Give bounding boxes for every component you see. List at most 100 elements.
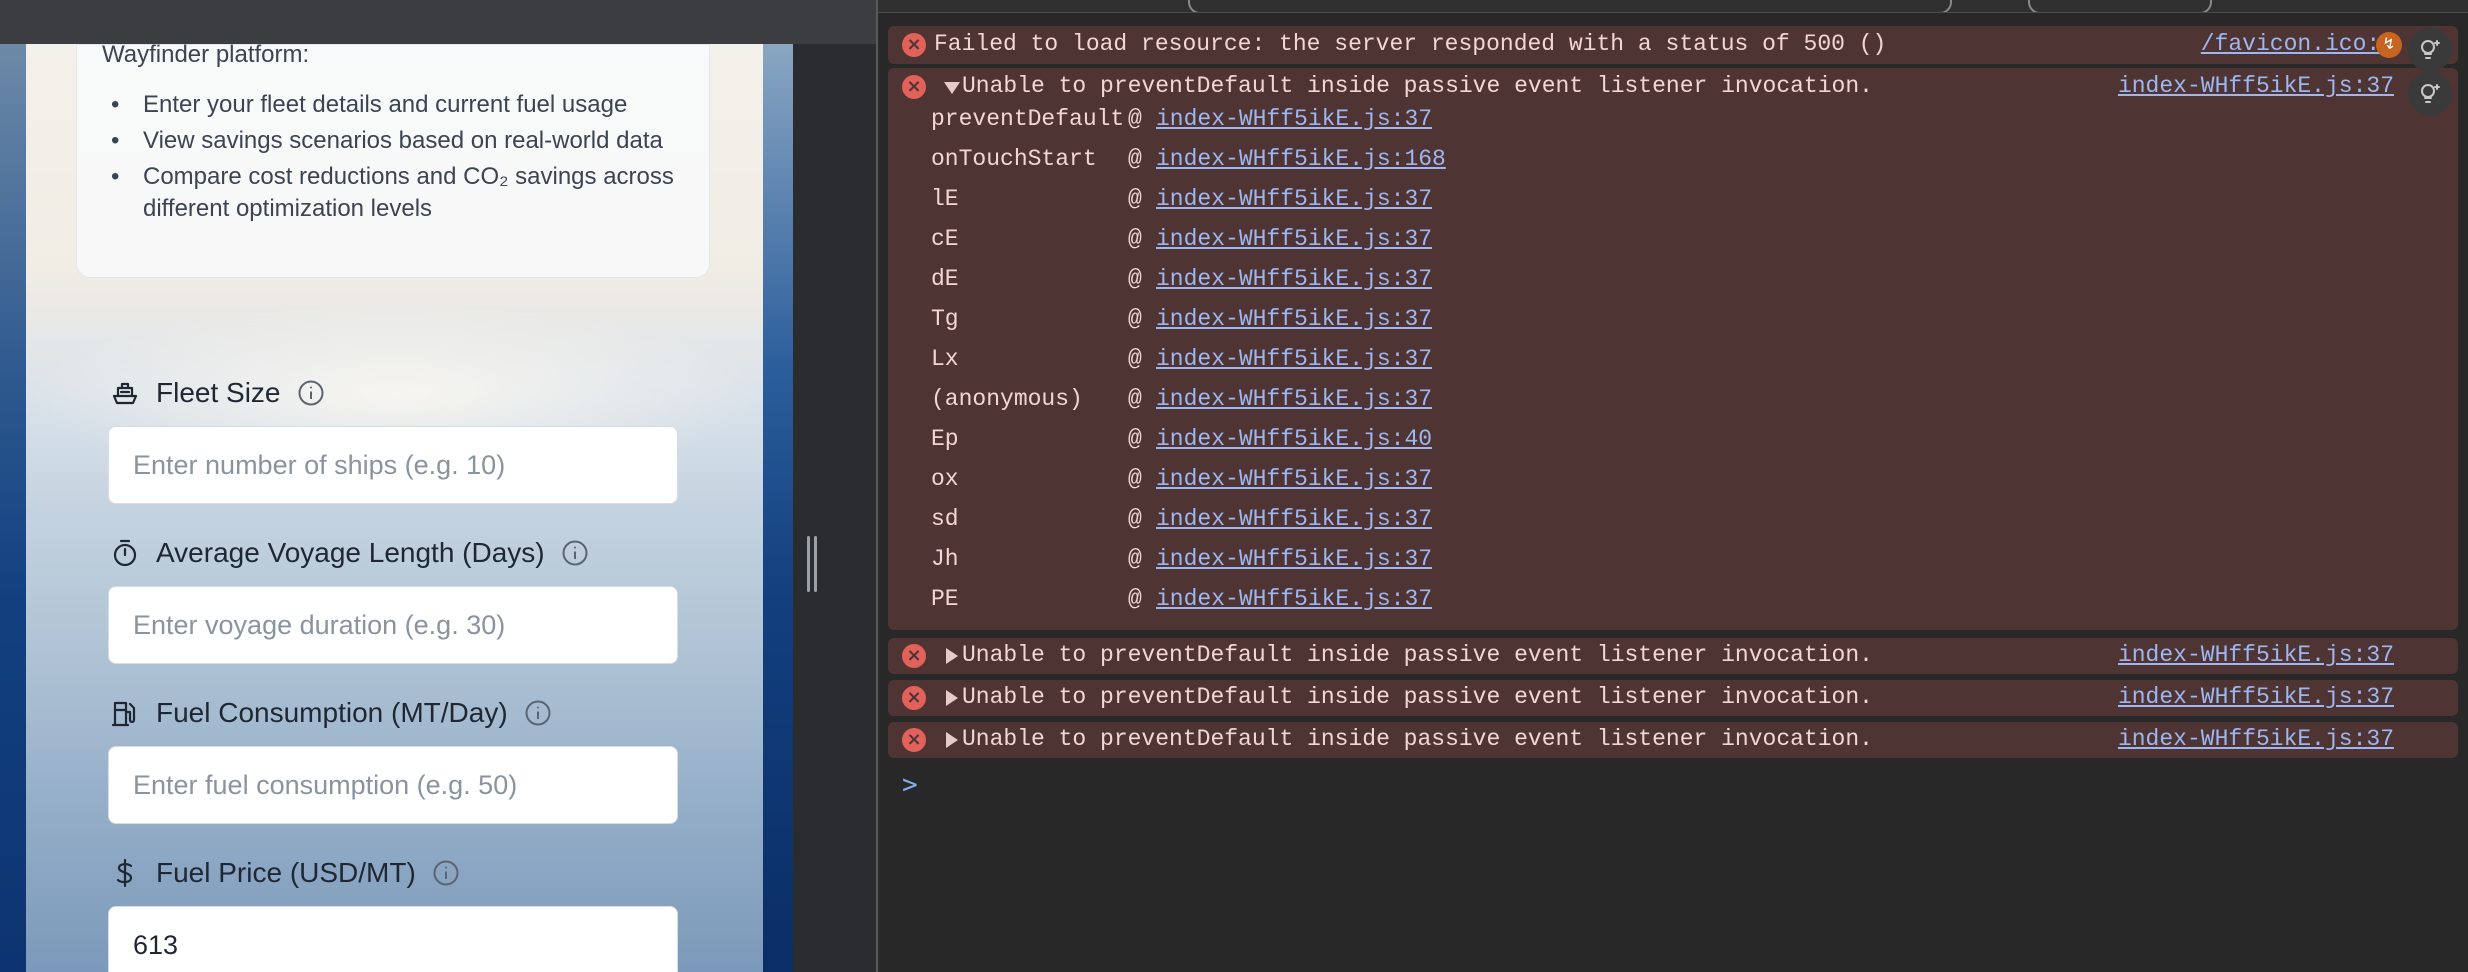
message-source-link[interactable]: index-WHff5ikE.js:37 bbox=[2118, 684, 2394, 710]
error-icon: × bbox=[902, 75, 926, 99]
message-text: Failed to load resource: the server resp… bbox=[934, 31, 1887, 57]
dollar-icon bbox=[108, 856, 142, 890]
resize-handle[interactable] bbox=[806, 536, 818, 592]
message-source-link[interactable]: /favicon.ico:1 bbox=[2201, 31, 2394, 57]
stack-function: cE bbox=[931, 226, 959, 252]
info-intro: Wayfinder platform: bbox=[102, 44, 310, 68]
console-error-message[interactable]: × Failed to load resource: the server re… bbox=[888, 26, 2458, 64]
stack-at: @ bbox=[1128, 546, 1142, 572]
message-source-link[interactable]: index-WHff5ikE.js:37 bbox=[2118, 726, 2394, 752]
info-bullet: View savings scenarios based on real-wor… bbox=[109, 125, 681, 157]
console-error-message[interactable]: × Unable to preventDefault inside passiv… bbox=[888, 722, 2458, 758]
stack-link[interactable]: index-WHff5ikE.js:37 bbox=[1156, 386, 1432, 412]
stack-function: Jh bbox=[931, 546, 959, 572]
stack-function: PE bbox=[931, 586, 959, 612]
info-icon[interactable] bbox=[561, 539, 589, 567]
fleet-size-label-text: Fleet Size bbox=[156, 377, 281, 408]
background-ocean-right bbox=[763, 44, 793, 972]
fuel-consumption-input[interactable] bbox=[108, 746, 678, 824]
error-icon: × bbox=[902, 644, 926, 668]
fleet-size-input[interactable] bbox=[108, 426, 678, 504]
stack-function: onTouchStart bbox=[931, 146, 1097, 172]
console-toolbar bbox=[878, 0, 2468, 13]
stack-at: @ bbox=[1128, 226, 1142, 252]
stack-function: preventDefault bbox=[931, 106, 1125, 132]
stack-link[interactable]: index-WHff5ikE.js:37 bbox=[1156, 546, 1432, 572]
lightbulb-icon[interactable] bbox=[2408, 72, 2452, 116]
stack-link[interactable]: index-WHff5ikE.js:37 bbox=[1156, 226, 1432, 252]
console-error-message[interactable]: × Unable to preventDefault inside passiv… bbox=[888, 680, 2458, 716]
ai-assist-badge-icon[interactable]: ↯ bbox=[2376, 32, 2402, 58]
mobile-viewport: Wayfinder platform: Enter your fleet det… bbox=[0, 44, 793, 972]
stack-at: @ bbox=[1128, 346, 1142, 372]
voyage-length-label-text: Average Voyage Length (Days) bbox=[156, 537, 545, 568]
stack-function: Tg bbox=[931, 306, 959, 332]
stack-link[interactable]: index-WHff5ikE.js:37 bbox=[1156, 346, 1432, 372]
message-source-link[interactable]: index-WHff5ikE.js:37 bbox=[2118, 73, 2394, 99]
stack-at: @ bbox=[1128, 426, 1142, 452]
preview-top-bar bbox=[0, 0, 877, 45]
fuel-price-label: Fuel Price (USD/MT) bbox=[108, 853, 460, 893]
info-icon[interactable] bbox=[524, 699, 552, 727]
stack-link[interactable]: index-WHff5ikE.js:37 bbox=[1156, 586, 1432, 612]
collapse-triangle-icon[interactable] bbox=[944, 82, 960, 94]
stack-at: @ bbox=[1128, 306, 1142, 332]
voyage-length-label: Average Voyage Length (Days) bbox=[108, 533, 589, 573]
stack-link[interactable]: index-WHff5ikE.js:168 bbox=[1156, 146, 1446, 172]
expand-triangle-icon[interactable] bbox=[946, 648, 958, 664]
timer-icon bbox=[108, 536, 142, 570]
message-text: Unable to preventDefault inside passive … bbox=[962, 726, 1873, 752]
lightbulb-icon[interactable] bbox=[2408, 28, 2452, 72]
fuel-pump-icon bbox=[108, 696, 142, 730]
console-prompt[interactable]: > bbox=[902, 770, 918, 800]
stack-at: @ bbox=[1128, 466, 1142, 492]
ship-icon bbox=[108, 376, 142, 410]
stack-link[interactable]: index-WHff5ikE.js:37 bbox=[1156, 106, 1432, 132]
message-text: Unable to preventDefault inside passive … bbox=[962, 684, 1873, 710]
error-icon: × bbox=[902, 33, 926, 57]
info-bullet: Compare cost reductions and CO₂ savings … bbox=[109, 161, 681, 225]
expand-triangle-icon[interactable] bbox=[946, 732, 958, 748]
stack-link[interactable]: index-WHff5ikE.js:37 bbox=[1156, 186, 1432, 212]
stack-at: @ bbox=[1128, 586, 1142, 612]
filter-input[interactable] bbox=[1188, 0, 1952, 12]
stack-function: sd bbox=[931, 506, 959, 532]
stack-at: @ bbox=[1128, 106, 1142, 132]
error-icon: × bbox=[902, 686, 926, 710]
background-ocean-left bbox=[0, 44, 26, 972]
stack-function: dE bbox=[931, 266, 959, 292]
stack-function: lE bbox=[931, 186, 959, 212]
console-error-message[interactable]: × Unable to preventDefault inside passiv… bbox=[888, 638, 2458, 674]
info-bullet: Enter your fleet details and current fue… bbox=[109, 89, 681, 121]
stack-link[interactable]: index-WHff5ikE.js:40 bbox=[1156, 426, 1432, 452]
stack-at: @ bbox=[1128, 506, 1142, 532]
stack-link[interactable]: index-WHff5ikE.js:37 bbox=[1156, 506, 1432, 532]
device-preview: Wayfinder platform: Enter your fleet det… bbox=[0, 0, 877, 972]
message-text: Unable to preventDefault inside passive … bbox=[962, 73, 1873, 99]
fuel-consumption-label: Fuel Consumption (MT/Day) bbox=[108, 693, 552, 733]
stack-function: ox bbox=[931, 466, 959, 492]
stack-link[interactable]: index-WHff5ikE.js:37 bbox=[1156, 306, 1432, 332]
stack-at: @ bbox=[1128, 266, 1142, 292]
stack-link[interactable]: index-WHff5ikE.js:37 bbox=[1156, 466, 1432, 492]
fuel-price-label-text: Fuel Price (USD/MT) bbox=[156, 857, 416, 888]
stack-at: @ bbox=[1128, 146, 1142, 172]
log-levels-dropdown[interactable] bbox=[2028, 0, 2212, 12]
fleet-size-label: Fleet Size bbox=[108, 373, 325, 413]
fuel-consumption-label-text: Fuel Consumption (MT/Day) bbox=[156, 697, 508, 728]
stack-function: Ep bbox=[931, 426, 959, 452]
info-card: Wayfinder platform: Enter your fleet det… bbox=[76, 44, 710, 278]
fuel-price-input[interactable] bbox=[108, 906, 678, 972]
preview-gutter bbox=[793, 44, 877, 972]
message-source-link[interactable]: index-WHff5ikE.js:37 bbox=[2118, 642, 2394, 668]
voyage-length-input[interactable] bbox=[108, 586, 678, 664]
info-icon[interactable] bbox=[432, 859, 460, 887]
stack-at: @ bbox=[1128, 386, 1142, 412]
stack-function: (anonymous) bbox=[931, 386, 1083, 412]
expand-triangle-icon[interactable] bbox=[946, 690, 958, 706]
stack-at: @ bbox=[1128, 186, 1142, 212]
console-error-message[interactable]: × Unable to preventDefault inside passiv… bbox=[888, 68, 2458, 630]
stack-link[interactable]: index-WHff5ikE.js:37 bbox=[1156, 266, 1432, 292]
devtools-console: × Failed to load resource: the server re… bbox=[878, 0, 2468, 972]
info-icon[interactable] bbox=[297, 379, 325, 407]
